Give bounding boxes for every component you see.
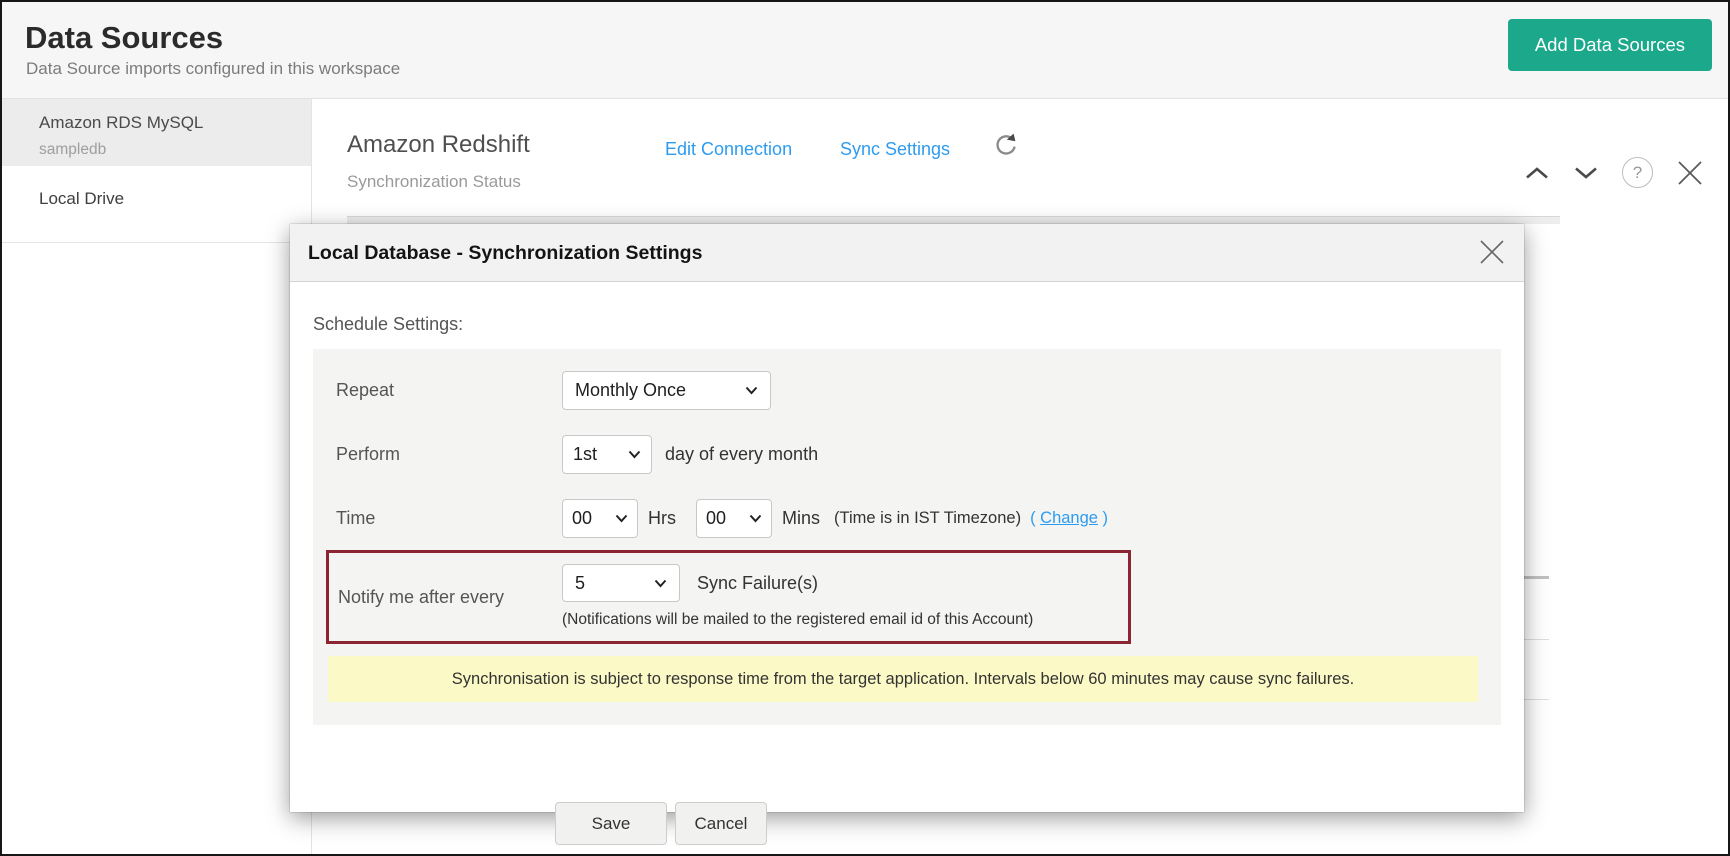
- time-minutes-value: 00: [706, 508, 726, 529]
- sync-warning-message: Synchronisation is subject to response t…: [328, 656, 1478, 702]
- notify-note-text: (Notifications will be mailed to the reg…: [562, 611, 1033, 629]
- background-table-row-line: [1522, 576, 1549, 579]
- data-source-sidebar: Amazon RDS MySQL sampledb Local Drive: [2, 99, 312, 854]
- dialog-header: Local Database - Synchronization Setting…: [290, 224, 1524, 282]
- page-title: Data Sources: [25, 20, 223, 56]
- time-hours-value: 00: [572, 508, 592, 529]
- chevron-down-icon: [615, 514, 628, 523]
- sync-settings-dialog: Local Database - Synchronization Setting…: [290, 224, 1524, 812]
- synchronization-status-label: Synchronization Status: [347, 172, 521, 192]
- change-link-suffix: ): [1098, 509, 1108, 527]
- time-label: Time: [336, 508, 562, 529]
- time-row: Time 00 Hrs 00 Mins (Time is in IST Time…: [313, 499, 1108, 538]
- page-subtitle: Data Source imports configured in this w…: [26, 59, 400, 79]
- sidebar-item-label: Local Drive: [39, 189, 124, 208]
- timezone-note: (Time is in IST Timezone): [834, 509, 1021, 528]
- background-table-row-line: [1522, 699, 1549, 700]
- change-timezone-link[interactable]: ( Change ): [1030, 509, 1108, 528]
- close-panel-icon[interactable]: [1676, 159, 1704, 187]
- repeat-row: Repeat Monthly Once: [313, 371, 771, 410]
- change-link-prefix: (: [1030, 509, 1040, 527]
- chevron-down-icon: [749, 514, 762, 523]
- perform-label: Perform: [336, 444, 562, 465]
- dialog-title: Local Database - Synchronization Setting…: [308, 242, 702, 265]
- time-minutes-select[interactable]: 00: [696, 499, 772, 538]
- notify-highlight-box: Notify me after every 5 Sync Failure(s) …: [326, 550, 1131, 644]
- repeat-label: Repeat: [336, 380, 562, 401]
- background-table-header-band: [347, 217, 1560, 224]
- dialog-body: Schedule Settings: Repeat Monthly Once P…: [290, 282, 1524, 812]
- chevron-up-icon[interactable]: [1524, 165, 1550, 181]
- hours-unit-label: Hrs: [648, 508, 676, 529]
- schedule-settings-label: Schedule Settings:: [313, 314, 463, 335]
- change-link-label: Change: [1040, 509, 1098, 527]
- sidebar-item-label: Amazon RDS MySQL: [39, 113, 311, 133]
- repeat-select-value: Monthly Once: [575, 380, 686, 401]
- perform-row: Perform 1st day of every month: [313, 435, 818, 474]
- datasource-title: Amazon Redshift: [347, 131, 530, 159]
- perform-day-select[interactable]: 1st: [562, 435, 652, 474]
- data-sources-screen: Data Sources Data Source imports configu…: [0, 0, 1730, 856]
- sidebar-item-amazon-rds-mysql[interactable]: Amazon RDS MySQL sampledb: [2, 99, 311, 166]
- edit-connection-link[interactable]: Edit Connection: [665, 139, 792, 160]
- time-hours-select[interactable]: 00: [562, 499, 638, 538]
- notify-controls: 5 Sync Failure(s) (Notifications will be…: [562, 553, 1033, 641]
- chevron-down-icon: [628, 450, 641, 459]
- page-header: Data Sources Data Source imports configu…: [2, 2, 1728, 99]
- notify-suffix-text: Sync Failure(s): [697, 573, 818, 594]
- minutes-unit-label: Mins: [782, 508, 820, 529]
- chevron-down-icon: [654, 579, 667, 588]
- chevron-down-icon: [745, 386, 758, 395]
- perform-day-value: 1st: [573, 444, 597, 465]
- background-table-row-line: [1522, 639, 1549, 640]
- repeat-select[interactable]: Monthly Once: [562, 371, 771, 410]
- schedule-settings-panel: Repeat Monthly Once Perform 1st day of e…: [313, 349, 1501, 725]
- refresh-icon[interactable]: [992, 131, 1020, 159]
- chevron-down-icon[interactable]: [1573, 165, 1599, 181]
- add-data-sources-button[interactable]: Add Data Sources: [1508, 19, 1712, 71]
- notify-label: Notify me after every: [329, 553, 562, 641]
- perform-suffix-text: day of every month: [665, 444, 818, 465]
- help-icon[interactable]: ?: [1622, 157, 1653, 188]
- notify-count-value: 5: [575, 573, 585, 594]
- sidebar-item-local-drive[interactable]: Local Drive: [2, 166, 311, 243]
- notify-count-select[interactable]: 5: [562, 564, 680, 602]
- save-button[interactable]: Save: [555, 802, 667, 845]
- cancel-button[interactable]: Cancel: [675, 802, 767, 845]
- dialog-close-icon[interactable]: [1477, 237, 1507, 267]
- sidebar-item-sublabel: sampledb: [39, 141, 311, 159]
- panel-toolbar: ?: [1524, 157, 1704, 188]
- sync-settings-link[interactable]: Sync Settings: [840, 139, 950, 160]
- dialog-buttons: Save Cancel: [555, 802, 767, 845]
